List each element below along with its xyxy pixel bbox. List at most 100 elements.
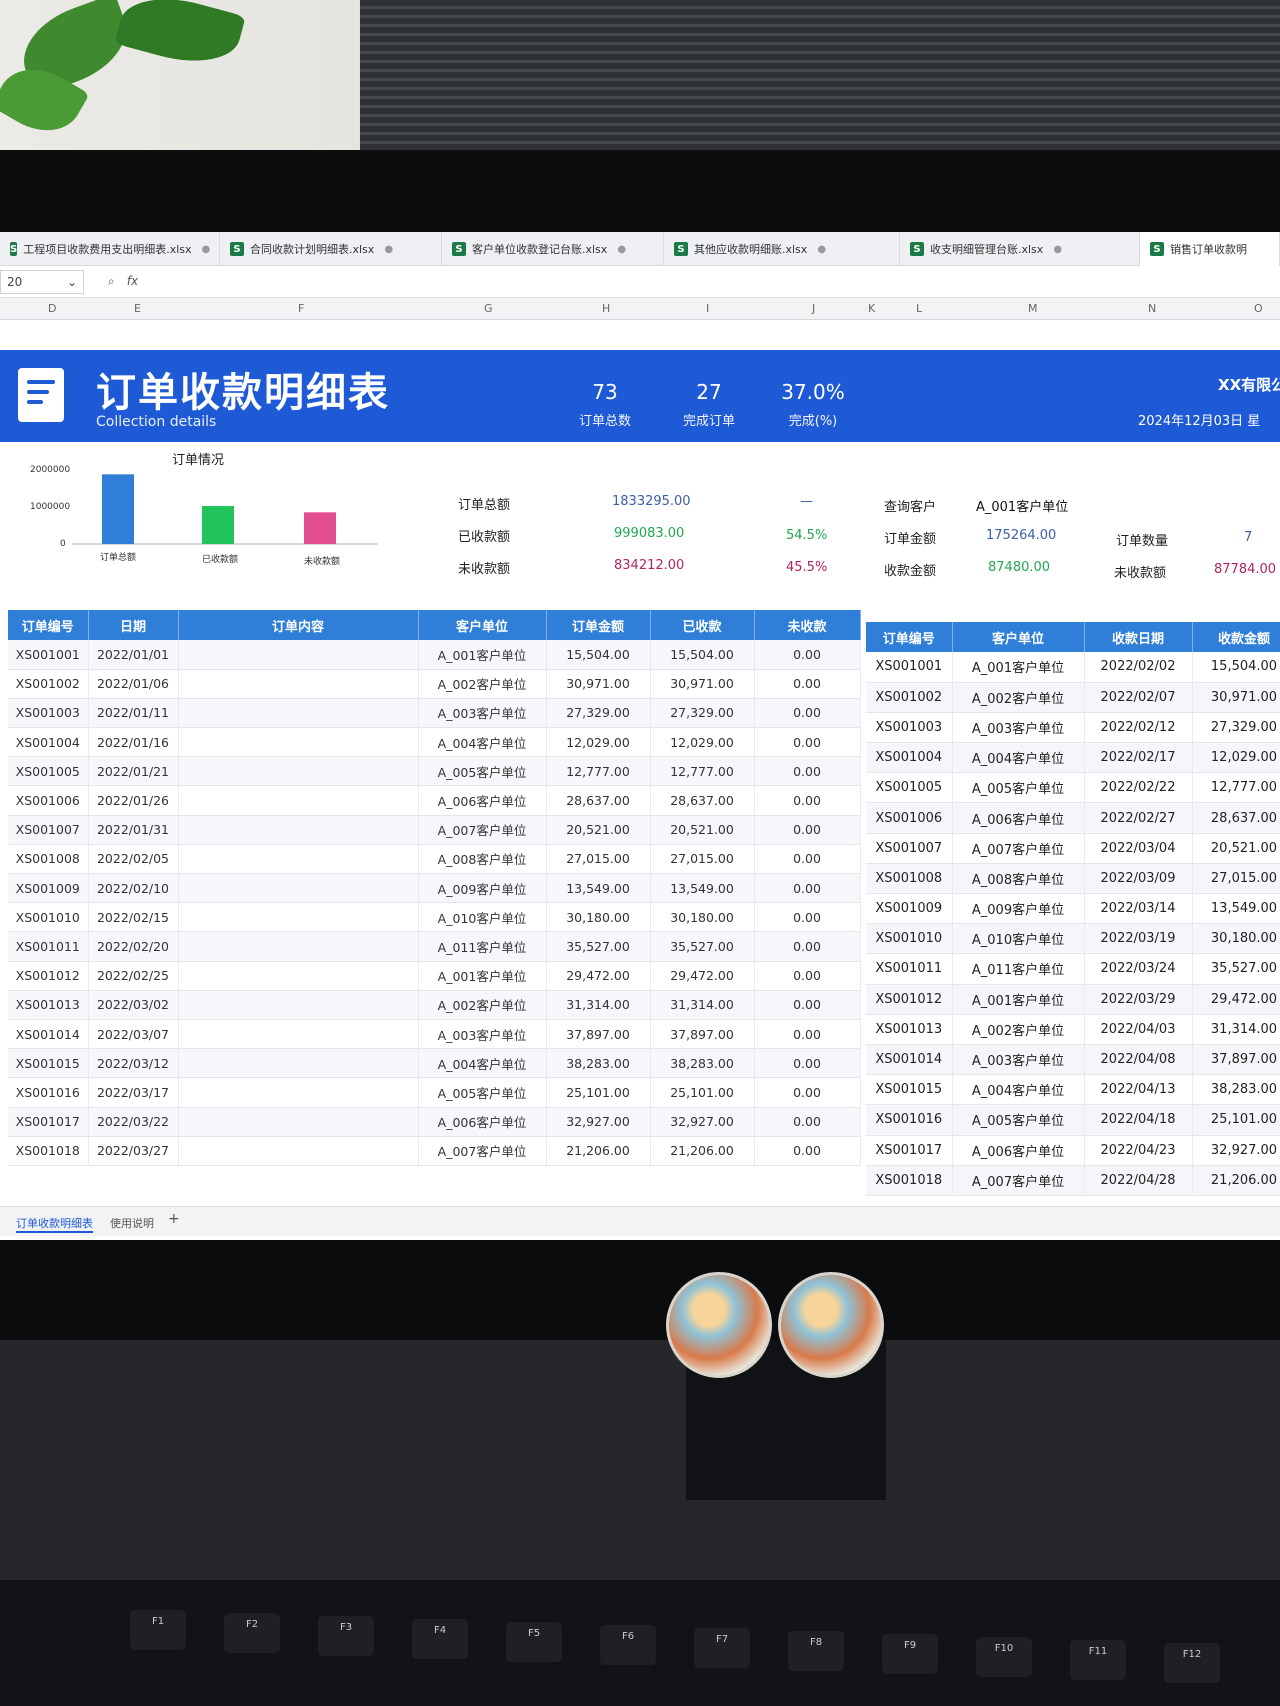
table-cell[interactable]	[178, 1077, 419, 1108]
table-cell[interactable]: 2022/03/19	[1084, 923, 1193, 955]
table-cell[interactable]: XS001016	[866, 1104, 953, 1136]
table-cell[interactable]	[178, 902, 419, 933]
table-cell[interactable]: 12,777.00	[650, 756, 755, 787]
table-cell[interactable]	[178, 990, 419, 1020]
table-row[interactable]: XS001002 A_002客户单位 2022/02/07 30,971.00	[866, 682, 1280, 713]
table-cell[interactable]: 2022/04/13	[1084, 1074, 1193, 1106]
query-customer-input[interactable]: A_001客户单位	[976, 496, 1068, 515]
table-cell[interactable]: 0.00	[754, 1019, 861, 1050]
table-row[interactable]: XS001011 A_011客户单位 2022/03/24 35,527.00	[866, 953, 1280, 985]
column-header[interactable]: 已收款	[650, 610, 755, 640]
table-cell[interactable]	[178, 1048, 419, 1079]
table-cell[interactable]: 2022/02/20	[88, 931, 179, 962]
table-cell[interactable]: 12,777.00	[546, 756, 651, 787]
table-cell[interactable]: 21,206.00	[650, 1136, 755, 1166]
table-cell[interactable]: XS001015	[866, 1074, 953, 1106]
table-cell[interactable]: 21,206.00	[1192, 1165, 1280, 1196]
table-cell[interactable]: 2022/02/15	[88, 902, 179, 933]
table-cell[interactable]: 31,314.00	[546, 990, 651, 1020]
table-row[interactable]: XS001009 2022/02/10 A_009客户单位 13,549.00 13,5…	[8, 873, 861, 904]
file-tab[interactable]: S 客户单位收款登记台账.xlsx ●	[442, 232, 664, 266]
table-cell[interactable]: A_004客户单位	[952, 742, 1085, 774]
table-cell[interactable]: 35,527.00	[1192, 953, 1280, 985]
column-header[interactable]: 日期	[88, 610, 179, 640]
column-header[interactable]: 未收款	[754, 610, 861, 640]
column-header[interactable]: 客户单位	[952, 622, 1085, 652]
column-header[interactable]: O	[1254, 302, 1263, 315]
table-cell[interactable]: 30,971.00	[546, 669, 651, 699]
table-cell[interactable]: XS001014	[8, 1019, 89, 1050]
table-cell[interactable]: A_008客户单位	[952, 863, 1085, 895]
table-cell[interactable]: XS001010	[8, 902, 89, 933]
table-cell[interactable]	[178, 727, 419, 758]
column-header[interactable]: M	[1028, 302, 1038, 315]
add-sheet-button[interactable]: +	[168, 1211, 180, 1227]
table-cell[interactable]	[178, 931, 419, 962]
table-cell[interactable]: XS001009	[8, 873, 89, 904]
column-header[interactable]: E	[134, 302, 141, 315]
table-cell[interactable]: 37,897.00	[650, 1019, 755, 1050]
table-cell[interactable]: XS001007	[866, 833, 953, 864]
table-cell[interactable]: 15,504.00	[546, 640, 651, 670]
table-cell[interactable]: 25,101.00	[1192, 1104, 1280, 1136]
table-cell[interactable]: XS001014	[866, 1044, 953, 1076]
file-tab[interactable]: S 收支明细管理台账.xlsx ●	[900, 232, 1140, 266]
table-row[interactable]: XS001017 A_006客户单位 2022/04/23 32,927.00	[866, 1135, 1280, 1166]
table-row[interactable]: XS001001 2022/01/01 A_001客户单位 15,504.00 15,5…	[8, 640, 861, 670]
table-cell[interactable]: A_005客户单位	[952, 772, 1085, 804]
table-cell[interactable]: 29,472.00	[546, 961, 651, 991]
column-header[interactable]: F	[298, 302, 304, 315]
table-cell[interactable]: 2022/01/06	[88, 669, 179, 699]
column-header[interactable]: 订单金额	[546, 610, 651, 640]
table-row[interactable]: XS001006 2022/01/26 A_006客户单位 28,637.00 28,6…	[8, 785, 861, 816]
table-cell[interactable]: A_006客户单位	[418, 1107, 547, 1137]
table-cell[interactable]: 2022/02/05	[88, 844, 179, 875]
table-row[interactable]: XS001010 A_010客户单位 2022/03/19 30,180.00	[866, 923, 1280, 955]
table-cell[interactable]: A_002客户单位	[418, 669, 547, 699]
column-header[interactable]: L	[916, 302, 922, 315]
table-cell[interactable]: A_007客户单位	[418, 815, 547, 845]
table-cell[interactable]: A_006客户单位	[952, 1135, 1085, 1166]
table-cell[interactable]: XS001017	[866, 1135, 953, 1166]
table-cell[interactable]: 13,549.00	[546, 873, 651, 904]
table-cell[interactable]	[178, 1019, 419, 1050]
table-cell[interactable]: A_002客户单位	[952, 682, 1085, 713]
table-cell[interactable]: 12,029.00	[650, 727, 755, 758]
table-cell[interactable]: XS001004	[866, 742, 953, 774]
table-row[interactable]: XS001005 A_005客户单位 2022/02/22 12,777.00	[866, 772, 1280, 804]
column-header[interactable]: 订单编号	[8, 610, 89, 640]
table-row[interactable]: XS001003 2022/01/11 A_003客户单位 27,329.00 27,3…	[8, 698, 861, 729]
table-cell[interactable]: A_003客户单位	[418, 1019, 547, 1050]
table-cell[interactable]: XS001016	[8, 1077, 89, 1108]
column-header[interactable]: I	[706, 302, 709, 315]
table-cell[interactable]: A_001客户单位	[952, 652, 1085, 683]
table-cell[interactable]: A_005客户单位	[418, 756, 547, 787]
table-cell[interactable]: XS001002	[8, 669, 89, 699]
table-row[interactable]: XS001018 A_007客户单位 2022/04/28 21,206.00	[866, 1165, 1280, 1196]
table-cell[interactable]: 0.00	[754, 1048, 861, 1079]
table-cell[interactable]: XS001015	[8, 1048, 89, 1079]
table-cell[interactable]	[178, 873, 419, 904]
table-cell[interactable]: 2022/03/29	[1084, 984, 1193, 1015]
table-cell[interactable]: XS001013	[8, 990, 89, 1020]
column-header[interactable]: D	[48, 302, 56, 315]
table-cell[interactable]: 27,015.00	[650, 844, 755, 875]
table-cell[interactable]: A_010客户单位	[952, 923, 1085, 955]
column-header[interactable]: 订单内容	[178, 610, 419, 640]
table-cell[interactable]: XS001008	[8, 844, 89, 875]
table-cell[interactable]: 31,314.00	[1192, 1014, 1280, 1045]
table-cell[interactable]: 0.00	[754, 931, 861, 962]
table-row[interactable]: XS001012 A_001客户单位 2022/03/29 29,472.00	[866, 984, 1280, 1015]
table-cell[interactable]: 37,897.00	[1192, 1044, 1280, 1076]
table-cell[interactable]: 2022/03/22	[88, 1107, 179, 1137]
table-cell[interactable]: 20,521.00	[1192, 833, 1280, 864]
table-cell[interactable]: XS001008	[866, 863, 953, 895]
table-cell[interactable]: A_003客户单位	[952, 712, 1085, 744]
table-cell[interactable]: 2022/03/14	[1084, 893, 1193, 925]
table-cell[interactable]: 27,015.00	[546, 844, 651, 875]
table-cell[interactable]: 13,549.00	[1192, 893, 1280, 925]
table-cell[interactable]: 2022/01/21	[88, 756, 179, 787]
table-row[interactable]: XS001006 A_006客户单位 2022/02/27 28,637.00	[866, 802, 1280, 834]
table-row[interactable]: XS001015 2022/03/12 A_004客户单位 38,283.00 38,2…	[8, 1048, 861, 1079]
column-header[interactable]: G	[484, 302, 493, 315]
